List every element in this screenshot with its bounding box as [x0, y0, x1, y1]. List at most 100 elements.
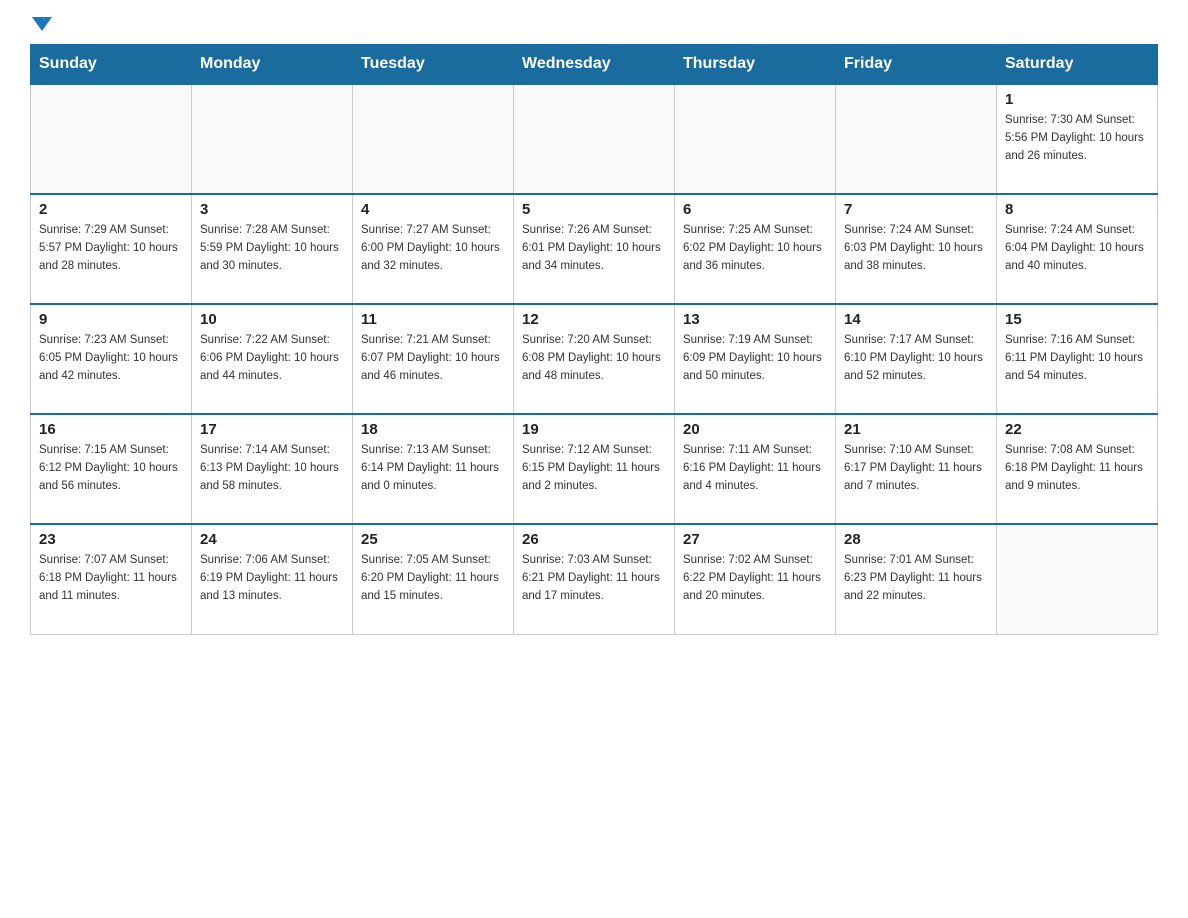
- day-info: Sunrise: 7:05 AM Sunset: 6:20 PM Dayligh…: [361, 552, 505, 605]
- calendar-cell: 23 Sunrise: 7:07 AM Sunset: 6:18 PM Dayli…: [31, 524, 192, 634]
- day-info: Sunrise: 7:20 AM Sunset: 6:08 PM Dayligh…: [522, 332, 666, 385]
- day-info: Sunrise: 7:23 AM Sunset: 6:05 PM Dayligh…: [39, 332, 183, 385]
- day-number: 14: [844, 311, 988, 328]
- day-info: Sunrise: 7:29 AM Sunset: 5:57 PM Dayligh…: [39, 222, 183, 275]
- calendar-cell: 26 Sunrise: 7:03 AM Sunset: 6:21 PM Dayli…: [514, 524, 675, 634]
- calendar-header-friday: Friday: [836, 45, 997, 85]
- day-number: 7: [844, 201, 988, 218]
- day-number: 5: [522, 201, 666, 218]
- day-number: 4: [361, 201, 505, 218]
- calendar-cell: [514, 84, 675, 194]
- day-number: 6: [683, 201, 827, 218]
- day-info: Sunrise: 7:26 AM Sunset: 6:01 PM Dayligh…: [522, 222, 666, 275]
- day-number: 9: [39, 311, 183, 328]
- logo: [30, 20, 52, 34]
- page-header: [30, 20, 1158, 34]
- calendar-header-wednesday: Wednesday: [514, 45, 675, 85]
- day-info: Sunrise: 7:06 AM Sunset: 6:19 PM Dayligh…: [200, 552, 344, 605]
- calendar-cell: 10 Sunrise: 7:22 AM Sunset: 6:06 PM Dayli…: [192, 304, 353, 414]
- day-number: 3: [200, 201, 344, 218]
- calendar-cell: [997, 524, 1158, 634]
- calendar-header-row: SundayMondayTuesdayWednesdayThursdayFrid…: [31, 45, 1158, 85]
- day-number: 26: [522, 531, 666, 548]
- day-number: 24: [200, 531, 344, 548]
- calendar-cell: 11 Sunrise: 7:21 AM Sunset: 6:07 PM Dayli…: [353, 304, 514, 414]
- day-info: Sunrise: 7:25 AM Sunset: 6:02 PM Dayligh…: [683, 222, 827, 275]
- calendar-cell: 20 Sunrise: 7:11 AM Sunset: 6:16 PM Dayli…: [675, 414, 836, 524]
- day-number: 8: [1005, 201, 1149, 218]
- calendar-cell: 17 Sunrise: 7:14 AM Sunset: 6:13 PM Dayli…: [192, 414, 353, 524]
- day-info: Sunrise: 7:11 AM Sunset: 6:16 PM Dayligh…: [683, 442, 827, 495]
- day-info: Sunrise: 7:08 AM Sunset: 6:18 PM Dayligh…: [1005, 442, 1149, 495]
- day-number: 2: [39, 201, 183, 218]
- logo-triangle-icon: [32, 17, 52, 31]
- calendar-cell: 5 Sunrise: 7:26 AM Sunset: 6:01 PM Daylig…: [514, 194, 675, 304]
- calendar-cell: [675, 84, 836, 194]
- calendar-cell: 15 Sunrise: 7:16 AM Sunset: 6:11 PM Dayli…: [997, 304, 1158, 414]
- calendar-cell: 19Sunrise: 7:12 AM Sunset: 6:15 PM Dayli…: [514, 414, 675, 524]
- day-info: Sunrise: 7:03 AM Sunset: 6:21 PM Dayligh…: [522, 552, 666, 605]
- day-info: Sunrise: 7:24 AM Sunset: 6:04 PM Dayligh…: [1005, 222, 1149, 275]
- calendar-cell: 4Sunrise: 7:27 AM Sunset: 6:00 PM Daylig…: [353, 194, 514, 304]
- calendar-cell: 12 Sunrise: 7:20 AM Sunset: 6:08 PM Dayli…: [514, 304, 675, 414]
- day-number: 1: [1005, 91, 1149, 108]
- day-number: 25: [361, 531, 505, 548]
- calendar-cell: 9 Sunrise: 7:23 AM Sunset: 6:05 PM Daylig…: [31, 304, 192, 414]
- calendar-header-sunday: Sunday: [31, 45, 192, 85]
- calendar-cell: 18Sunrise: 7:13 AM Sunset: 6:14 PM Dayli…: [353, 414, 514, 524]
- calendar-cell: 28 Sunrise: 7:01 AM Sunset: 6:23 PM Dayli…: [836, 524, 997, 634]
- day-info: Sunrise: 7:22 AM Sunset: 6:06 PM Dayligh…: [200, 332, 344, 385]
- day-info: Sunrise: 7:24 AM Sunset: 6:03 PM Dayligh…: [844, 222, 988, 275]
- day-number: 15: [1005, 311, 1149, 328]
- calendar-cell: 24 Sunrise: 7:06 AM Sunset: 6:19 PM Dayli…: [192, 524, 353, 634]
- day-info: Sunrise: 7:28 AM Sunset: 5:59 PM Dayligh…: [200, 222, 344, 275]
- calendar-cell: 6 Sunrise: 7:25 AM Sunset: 6:02 PM Daylig…: [675, 194, 836, 304]
- calendar-cell: 13 Sunrise: 7:19 AM Sunset: 6:09 PM Dayli…: [675, 304, 836, 414]
- calendar-week-4: 16 Sunrise: 7:15 AM Sunset: 6:12 PM Dayli…: [31, 414, 1158, 524]
- calendar-week-5: 23 Sunrise: 7:07 AM Sunset: 6:18 PM Dayli…: [31, 524, 1158, 634]
- day-info: Sunrise: 7:30 AM Sunset: 5:56 PM Dayligh…: [1005, 112, 1149, 165]
- day-number: 17: [200, 421, 344, 438]
- calendar-header-monday: Monday: [192, 45, 353, 85]
- calendar-cell: [31, 84, 192, 194]
- calendar-cell: 22 Sunrise: 7:08 AM Sunset: 6:18 PM Dayli…: [997, 414, 1158, 524]
- day-info: Sunrise: 7:14 AM Sunset: 6:13 PM Dayligh…: [200, 442, 344, 495]
- day-number: 11: [361, 311, 505, 328]
- calendar-header-thursday: Thursday: [675, 45, 836, 85]
- day-number: 12: [522, 311, 666, 328]
- calendar-cell: 27 Sunrise: 7:02 AM Sunset: 6:22 PM Dayli…: [675, 524, 836, 634]
- day-number: 27: [683, 531, 827, 548]
- calendar-cell: 7 Sunrise: 7:24 AM Sunset: 6:03 PM Daylig…: [836, 194, 997, 304]
- day-number: 13: [683, 311, 827, 328]
- day-info: Sunrise: 7:02 AM Sunset: 6:22 PM Dayligh…: [683, 552, 827, 605]
- calendar-table: SundayMondayTuesdayWednesdayThursdayFrid…: [30, 44, 1158, 635]
- calendar-cell: [836, 84, 997, 194]
- calendar-cell: 14 Sunrise: 7:17 AM Sunset: 6:10 PM Dayli…: [836, 304, 997, 414]
- calendar-cell: [353, 84, 514, 194]
- day-number: 10: [200, 311, 344, 328]
- day-info: Sunrise: 7:15 AM Sunset: 6:12 PM Dayligh…: [39, 442, 183, 495]
- calendar-header-tuesday: Tuesday: [353, 45, 514, 85]
- day-info: Sunrise: 7:07 AM Sunset: 6:18 PM Dayligh…: [39, 552, 183, 605]
- day-number: 23: [39, 531, 183, 548]
- calendar-cell: 8 Sunrise: 7:24 AM Sunset: 6:04 PM Daylig…: [997, 194, 1158, 304]
- day-info: Sunrise: 7:21 AM Sunset: 6:07 PM Dayligh…: [361, 332, 505, 385]
- day-info: Sunrise: 7:10 AM Sunset: 6:17 PM Dayligh…: [844, 442, 988, 495]
- calendar-cell: [192, 84, 353, 194]
- day-number: 19: [522, 421, 666, 438]
- calendar-cell: 2 Sunrise: 7:29 AM Sunset: 5:57 PM Daylig…: [31, 194, 192, 304]
- day-number: 20: [683, 421, 827, 438]
- day-number: 16: [39, 421, 183, 438]
- calendar-week-3: 9 Sunrise: 7:23 AM Sunset: 6:05 PM Daylig…: [31, 304, 1158, 414]
- day-info: Sunrise: 7:19 AM Sunset: 6:09 PM Dayligh…: [683, 332, 827, 385]
- calendar-cell: 1 Sunrise: 7:30 AM Sunset: 5:56 PM Daylig…: [997, 84, 1158, 194]
- day-number: 18: [361, 421, 505, 438]
- day-info: Sunrise: 7:16 AM Sunset: 6:11 PM Dayligh…: [1005, 332, 1149, 385]
- day-info: Sunrise: 7:17 AM Sunset: 6:10 PM Dayligh…: [844, 332, 988, 385]
- day-number: 22: [1005, 421, 1149, 438]
- day-info: Sunrise: 7:01 AM Sunset: 6:23 PM Dayligh…: [844, 552, 988, 605]
- calendar-header-saturday: Saturday: [997, 45, 1158, 85]
- calendar-week-2: 2 Sunrise: 7:29 AM Sunset: 5:57 PM Daylig…: [31, 194, 1158, 304]
- calendar-cell: 3 Sunrise: 7:28 AM Sunset: 5:59 PM Daylig…: [192, 194, 353, 304]
- day-number: 28: [844, 531, 988, 548]
